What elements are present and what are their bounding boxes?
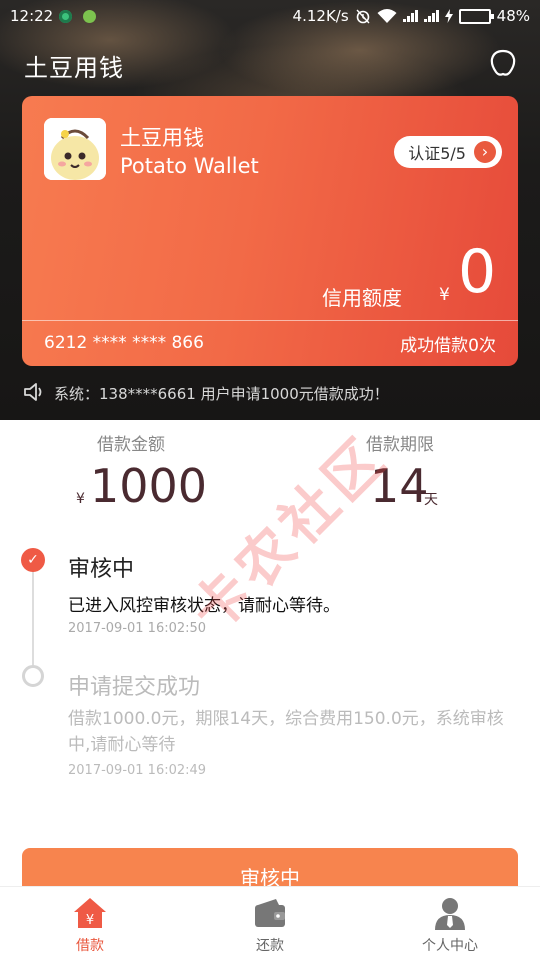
nav-item-loan[interactable]: ¥ 借款 [0, 887, 180, 960]
svg-text:¥: ¥ [86, 913, 94, 928]
credit-currency: ¥ [439, 285, 450, 305]
timeline-dot-icon [22, 665, 44, 687]
nav-item-profile[interactable]: 个人中心 [360, 887, 540, 960]
signal-icon [402, 10, 418, 22]
home-yen-icon: ¥ [74, 898, 106, 928]
bank-card-number: 6212 **** **** 866 [44, 333, 204, 353]
credit-limit-label: 信用额度 [322, 286, 402, 310]
timeline-line [32, 570, 34, 672]
status-right: 4.12K/s 48% [293, 7, 530, 25]
wifi-icon [377, 9, 397, 23]
timeline-step-title-2: 申请提交成功 [68, 675, 201, 700]
timeline-step-desc-2: 借款1000.0元，期限14天，综合费用150.0元，系统审核中,请耐心等待 [68, 709, 504, 755]
notification-android-icon [83, 10, 96, 23]
success-loan-count: 成功借款0次 [400, 336, 496, 356]
battery-icon [458, 8, 494, 24]
loan-amount-value: 1000 [90, 459, 208, 513]
charging-icon [444, 9, 453, 23]
card-app-name-en: Potato Wallet [120, 154, 259, 178]
network-speed: 4.12K/s [292, 7, 349, 25]
check-icon: ✓ [21, 548, 45, 572]
nav-label-loan: 借款 [76, 938, 104, 954]
status-bar: 12:22 4.12K/s 48% [0, 0, 540, 32]
nav-label-profile: 个人中心 [422, 938, 478, 954]
person-icon [435, 898, 465, 930]
potato-logo [44, 118, 106, 180]
signal-icon-2 [423, 10, 439, 22]
status-time: 12:22 [10, 7, 54, 25]
notice-text: 系统：138****6661 用户申请1000元借款成功！ [54, 385, 389, 403]
verification-button[interactable]: 认证5/5 › [394, 136, 502, 168]
timeline-step-time: 2017-09-01 16:02:50 [68, 621, 207, 636]
verification-label: 认证5/5 [408, 144, 466, 163]
bottom-nav: ¥ 借款 还款 个人中心 [0, 886, 540, 960]
credit-limit-value: 0 [458, 237, 497, 307]
notification-app-icon [59, 10, 72, 23]
timeline-step-title: 审核中 [68, 557, 135, 582]
page-title: 土豆用钱 [24, 54, 124, 82]
loan-amount-currency: ¥ [76, 491, 85, 507]
card-app-name-cn: 土豆用钱 [120, 126, 204, 150]
nav-label-repay: 还款 [256, 938, 284, 954]
nav-item-repay[interactable]: 还款 [180, 887, 360, 960]
timeline-step-time-2: 2017-09-01 16:02:49 [68, 763, 207, 778]
chevron-right-icon: › [474, 141, 496, 163]
credit-card: 土豆用钱 Potato Wallet 认证5/5 › 信用额度 ¥ 0 6212… [22, 96, 518, 366]
alarm-icon [356, 9, 370, 24]
system-notice: 系统：138****6661 用户申请1000元借款成功！ [0, 378, 540, 408]
battery-percent: 48% [496, 7, 530, 25]
loan-amount-label: 借款金额 [97, 435, 165, 455]
speaker-icon [24, 383, 42, 401]
loan-period-unit: 天 [424, 492, 438, 508]
card-divider [22, 320, 518, 321]
wallet-icon [255, 899, 285, 927]
potato-mascot-icon [44, 118, 106, 180]
customer-service-icon[interactable] [488, 48, 518, 78]
